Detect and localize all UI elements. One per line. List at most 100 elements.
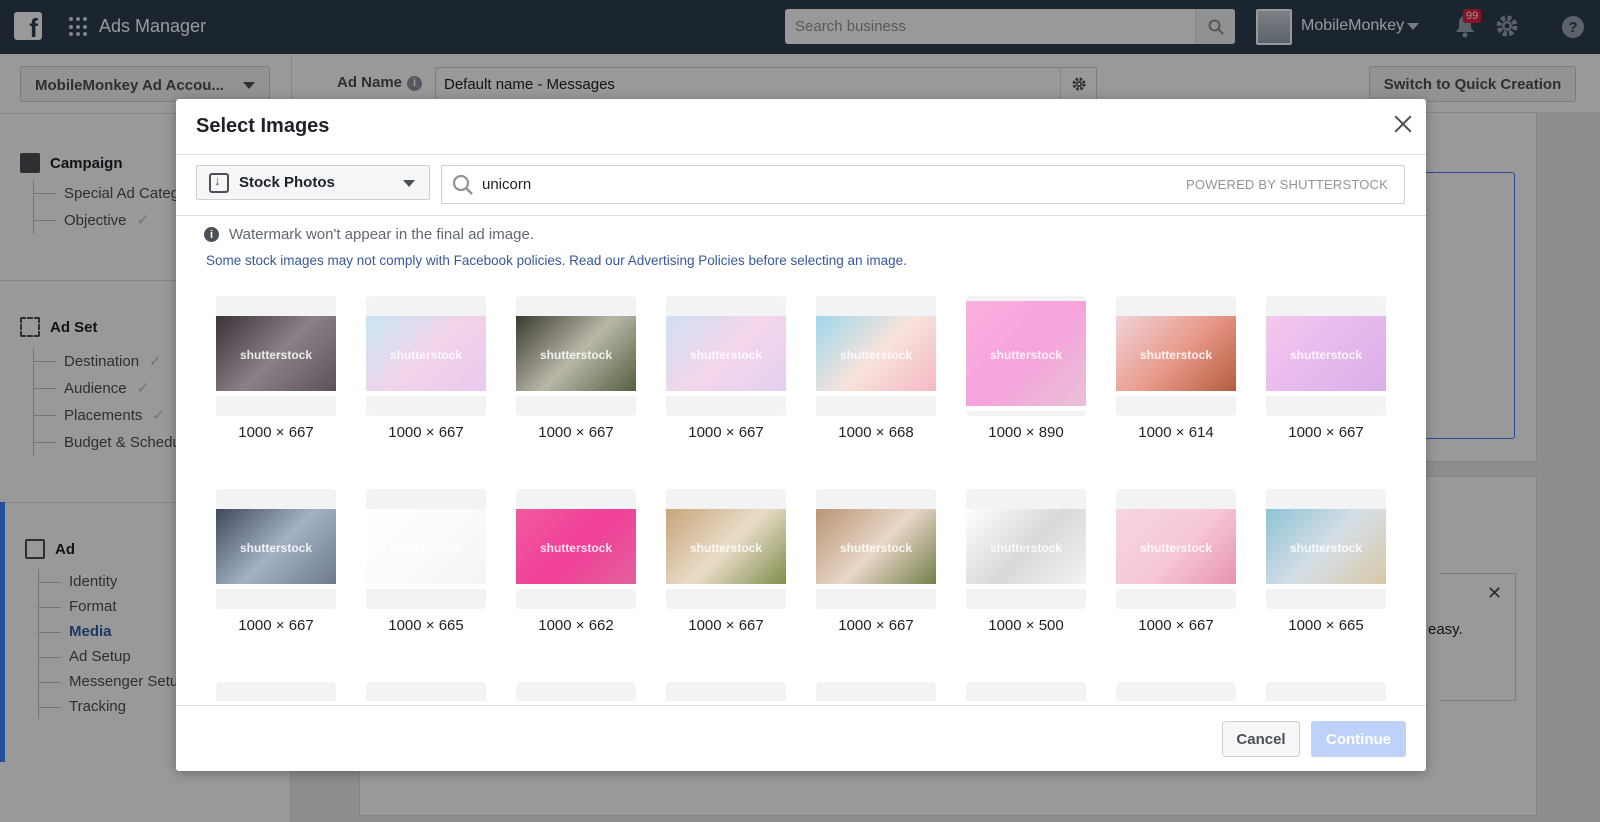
stock-image-tile[interactable]: shutterstock 1000 × 667 (366, 296, 486, 441)
watermark-label: shutterstock (389, 348, 463, 362)
stock-image-thumbnail[interactable]: shutterstock (1266, 489, 1386, 609)
stock-image-thumbnail[interactable]: shutterstock (816, 296, 936, 416)
stock-image-thumbnail[interactable]: shutterstock (666, 682, 786, 701)
stock-image-tile[interactable]: shutterstock 1000 × 668 (816, 296, 936, 441)
stock-image-tile[interactable]: shutterstock (816, 682, 936, 701)
image-dimensions: 1000 × 668 (838, 424, 914, 441)
stock-image-thumbnail[interactable]: shutterstock (966, 489, 1086, 609)
watermark-label: shutterstock (989, 348, 1063, 362)
stock-image-thumbnail[interactable]: shutterstock (816, 682, 936, 701)
stock-image-tile[interactable]: shutterstock (366, 682, 486, 701)
cancel-button[interactable]: Cancel (1222, 721, 1300, 757)
stock-image-tile[interactable]: shutterstock (1266, 682, 1386, 701)
image-dimensions: 1000 × 667 (388, 424, 464, 441)
stock-image-tile[interactable]: shutterstock (216, 682, 336, 701)
image-dimensions: 1000 × 667 (688, 617, 764, 634)
continue-button[interactable]: Continue (1311, 721, 1406, 757)
stock-image-tile[interactable]: shutterstock 1000 × 500 (966, 489, 1086, 634)
select-images-dialog: Select Images Stock Photos POWERED BY SH… (176, 99, 1426, 771)
policy-note-link[interactable]: Some stock images may not comply with Fa… (206, 253, 907, 268)
info-icon: i (204, 227, 219, 242)
dialog-footer: Cancel Continue (176, 705, 1426, 771)
stock-image-tile[interactable]: shutterstock 1000 × 890 (966, 296, 1086, 441)
stock-image-tile[interactable]: shutterstock (666, 682, 786, 701)
watermark-label: shutterstock (1139, 541, 1213, 555)
watermark-label: shutterstock (539, 348, 613, 362)
download-icon (209, 172, 229, 193)
stock-image-thumbnail[interactable]: shutterstock (516, 682, 636, 701)
stock-image-tile[interactable]: shutterstock 1000 × 665 (1266, 489, 1386, 634)
stock-image-tile[interactable]: shutterstock (516, 682, 636, 701)
stock-image-thumbnail[interactable]: shutterstock (966, 682, 1086, 701)
watermark-strip (966, 406, 1086, 411)
watermark-label: shutterstock (239, 541, 313, 555)
stock-image-thumbnail[interactable]: shutterstock (366, 489, 486, 609)
image-dimensions: 1000 × 890 (988, 424, 1064, 441)
dialog-title: Select Images (196, 115, 330, 137)
watermark-label: shutterstock (839, 541, 913, 555)
image-dimensions: 1000 × 665 (1288, 617, 1364, 634)
watermark-strip (366, 391, 486, 396)
watermark-strip (516, 584, 636, 589)
stock-image-thumbnail[interactable]: shutterstock (966, 296, 1086, 416)
stock-image-tile[interactable]: shutterstock 1000 × 667 (1116, 489, 1236, 634)
stock-search-input[interactable] (482, 176, 1186, 193)
stock-image-thumbnail[interactable]: shutterstock (366, 296, 486, 416)
stock-image-thumbnail[interactable]: shutterstock (1266, 682, 1386, 701)
stock-image-tile[interactable]: shutterstock 1000 × 667 (666, 489, 786, 634)
stock-image-tile[interactable]: shutterstock 1000 × 667 (216, 296, 336, 441)
stock-image-tile[interactable]: shutterstock 1000 × 662 (516, 489, 636, 634)
watermark-strip (1266, 584, 1386, 589)
image-dimensions: 1000 × 667 (838, 617, 914, 634)
image-dimensions: 1000 × 662 (538, 617, 614, 634)
image-grid: shutterstock 1000 × 667 shutterstock 1000 ×… (216, 296, 1386, 701)
stock-image-thumbnail[interactable]: shutterstock (216, 296, 336, 416)
watermark-label: shutterstock (689, 541, 763, 555)
stock-image-thumbnail[interactable]: shutterstock (1116, 489, 1236, 609)
stock-image-thumbnail[interactable]: shutterstock (216, 682, 336, 701)
stock-image-thumbnail[interactable]: shutterstock (666, 489, 786, 609)
image-dimensions: 1000 × 665 (388, 617, 464, 634)
stock-image-thumbnail[interactable]: shutterstock (516, 489, 636, 609)
stock-image-tile[interactable]: shutterstock 1000 × 667 (516, 296, 636, 441)
stock-image-thumbnail[interactable]: shutterstock (516, 296, 636, 416)
image-dimensions: 1000 × 614 (1138, 424, 1214, 441)
stock-image-tile[interactable]: shutterstock (966, 682, 1086, 701)
stock-image-tile[interactable]: shutterstock 1000 × 667 (1266, 296, 1386, 441)
watermark-strip (516, 391, 636, 396)
close-icon[interactable] (1392, 113, 1414, 135)
watermark-strip (216, 584, 336, 589)
watermark-label: shutterstock (689, 348, 763, 362)
search-icon (452, 174, 473, 195)
stock-image-tile[interactable]: shutterstock (1116, 682, 1236, 701)
watermark-note: i Watermark won't appear in the final ad … (204, 226, 534, 243)
watermark-label: shutterstock (989, 541, 1063, 555)
stock-image-tile[interactable]: shutterstock 1000 × 665 (366, 489, 486, 634)
stock-image-tile[interactable]: shutterstock 1000 × 667 (816, 489, 936, 634)
watermark-label: shutterstock (1139, 348, 1213, 362)
watermark-label: shutterstock (389, 541, 463, 555)
image-dimensions: 1000 × 500 (988, 617, 1064, 634)
stock-image-thumbnail[interactable]: shutterstock (816, 489, 936, 609)
image-source-select[interactable]: Stock Photos (196, 165, 430, 200)
divider (176, 154, 1426, 155)
stock-image-tile[interactable]: shutterstock 1000 × 614 (1116, 296, 1236, 441)
stock-image-tile[interactable]: shutterstock 1000 × 667 (216, 489, 336, 634)
watermark-strip (966, 584, 1086, 589)
watermark-strip (366, 584, 486, 589)
stock-image-thumbnail[interactable]: shutterstock (666, 296, 786, 416)
image-dimensions: 1000 × 667 (238, 617, 314, 634)
watermark-label: shutterstock (1289, 541, 1363, 555)
watermark-label: shutterstock (239, 348, 313, 362)
stock-image-tile[interactable]: shutterstock 1000 × 667 (666, 296, 786, 441)
watermark-strip (216, 391, 336, 396)
watermark-strip (1116, 391, 1236, 396)
stock-image-thumbnail[interactable]: shutterstock (366, 682, 486, 701)
image-dimensions: 1000 × 667 (1138, 617, 1214, 634)
stock-image-thumbnail[interactable]: shutterstock (216, 489, 336, 609)
watermark-strip (1116, 584, 1236, 589)
stock-image-thumbnail[interactable]: shutterstock (1116, 682, 1236, 701)
stock-image-thumbnail[interactable]: shutterstock (1116, 296, 1236, 416)
stock-image-thumbnail[interactable]: shutterstock (1266, 296, 1386, 416)
powered-by-shutterstock: POWERED BY SHUTTERSTOCK (1185, 177, 1388, 192)
